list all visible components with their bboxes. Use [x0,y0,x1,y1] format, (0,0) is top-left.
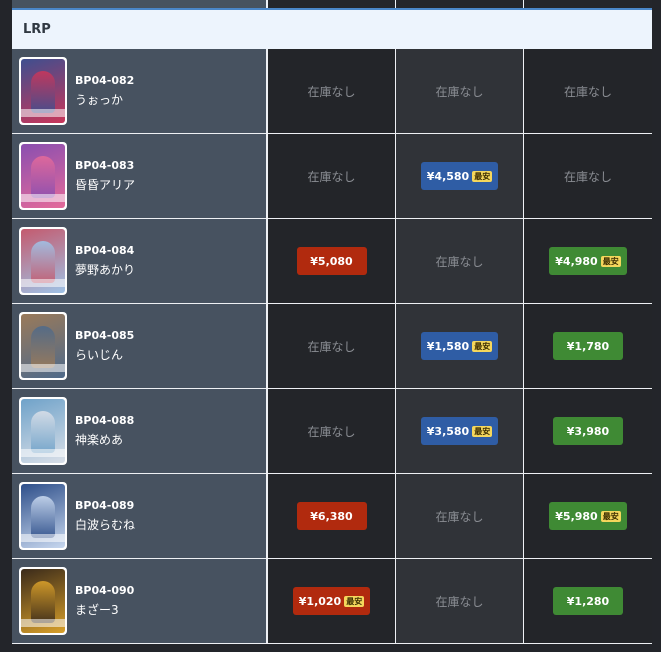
shop-price-cell: 在庫なし [396,559,523,643]
shop-price-cell: ¥4,580 最安 [396,134,523,218]
shop-price-cell: 在庫なし [524,134,652,218]
price-value: ¥1,020 [298,594,342,608]
price-value: ¥3,580 [426,424,470,438]
card-info-cell[interactable]: BP04-082 うぉっか [12,49,266,133]
cheapest-badge: 最安 [600,510,621,522]
card-code: BP04-085 [75,329,135,342]
card-info-cell[interactable]: BP04-088 神楽めあ [12,389,266,473]
cheapest-badge: 最安 [344,595,365,607]
shop-price-cell: 在庫なし [396,219,523,303]
price-value: ¥6,380 [310,509,353,523]
table-row: BP04-088 神楽めあ 在庫なし ¥3,580 最安 ¥3,980 [12,389,652,473]
shop-price-cell: 在庫なし [268,389,395,473]
price-button[interactable]: ¥1,580 最安 [420,332,499,360]
card-code: BP04-083 [75,159,135,172]
card-code: BP04-082 [75,74,135,87]
price-button[interactable]: ¥5,080 [296,247,367,275]
card-name[interactable]: まざー3 [75,602,134,618]
cheapest-badge: 最安 [472,425,493,437]
price-value: ¥1,580 [426,339,470,353]
shop-price-cell: ¥5,080 [268,219,395,303]
card-code: BP04-088 [75,414,135,427]
table-row: BP04-083 昏昏アリア 在庫なし ¥4,580 最安 在庫なし [12,134,652,218]
price-value: ¥5,980 [555,509,598,523]
out-of-stock-label: 在庫なし [435,509,484,524]
card-code: BP04-084 [75,244,135,257]
shop-price-cell: ¥6,380 [268,474,395,558]
card-code: BP04-089 [75,499,135,512]
out-of-stock-label: 在庫なし [307,424,356,439]
price-table: BP04-082 うぉっか 在庫なし 在庫なし 在庫なし BP04-083 昏昏アリア 在庫な… [12,49,652,644]
price-button[interactable]: ¥3,580 最安 [420,417,499,445]
card-info-cell[interactable]: BP04-085 らいじん [12,304,266,388]
section-title: LRP [23,22,51,37]
card-thumbnail[interactable] [19,227,67,295]
out-of-stock-label: 在庫なし [435,84,484,99]
shop-price-cell: 在庫なし [268,304,395,388]
card-thumbnail[interactable] [19,397,67,465]
table-row: BP04-082 うぉっか 在庫なし 在庫なし 在庫なし [12,49,652,133]
card-info-cell[interactable]: BP04-084 夢野あかり [12,219,266,303]
card-code: BP04-090 [75,584,135,597]
card-info-cell[interactable]: BP04-083 昏昏アリア [12,134,266,218]
price-button[interactable]: ¥4,580 最安 [420,162,499,190]
price-button[interactable]: ¥1,780 [553,332,623,360]
shop-price-cell: ¥1,580 最安 [396,304,523,388]
card-name[interactable]: 神楽めあ [75,432,134,448]
price-value: ¥4,580 [426,169,470,183]
shop-price-cell: ¥1,280 [524,559,652,643]
out-of-stock-label: 在庫なし [307,169,356,184]
card-thumbnail[interactable] [19,57,67,125]
cheapest-badge: 最安 [472,170,493,182]
shop-price-cell: ¥4,980 最安 [524,219,652,303]
table-row: BP04-090 まざー3 ¥1,020 最安 在庫なし ¥1,280 [12,559,652,643]
card-thumbnail[interactable] [19,312,67,380]
price-comparison-view: LRP BP04-082 うぉっか 在庫なし 在庫なし 在庫なし BP04-083 昏昏アリ… [0,0,661,652]
price-button[interactable]: ¥1,020 最安 [292,587,371,615]
out-of-stock-label: 在庫なし [435,594,484,609]
card-name[interactable]: 昏昏アリア [75,177,135,193]
price-value: ¥3,980 [566,424,610,438]
price-button[interactable]: ¥3,980 [553,417,623,445]
out-of-stock-label: 在庫なし [307,339,356,354]
price-button[interactable]: ¥4,980 最安 [549,247,627,275]
shop-price-cell: 在庫なし [268,134,395,218]
shop-price-cell: 在庫なし [396,49,523,133]
out-of-stock-label: 在庫なし [563,84,612,99]
card-name[interactable]: らいじん [75,347,134,363]
previous-row-fragment [12,0,652,8]
cheapest-badge: 最安 [472,340,493,352]
card-thumbnail[interactable] [19,482,67,550]
card-name[interactable]: うぉっか [75,92,134,108]
price-button[interactable]: ¥5,980 最安 [549,502,627,530]
cheapest-badge: 最安 [600,255,621,267]
table-row: BP04-084 夢野あかり ¥5,080 在庫なし ¥4,980 最安 [12,219,652,303]
out-of-stock-label: 在庫なし [563,169,612,184]
shop-price-cell: 在庫なし [396,474,523,558]
card-thumbnail[interactable] [19,567,67,635]
shop-price-cell: ¥3,980 [524,389,652,473]
shop-price-cell: ¥1,020 最安 [268,559,395,643]
rarity-section-header: LRP [12,8,652,49]
table-row: BP04-089 白波らむね ¥6,380 在庫なし ¥5,980 最安 [12,474,652,558]
shop-price-cell: 在庫なし [524,49,652,133]
card-info-cell[interactable]: BP04-089 白波らむね [12,474,266,558]
card-name[interactable]: 夢野あかり [75,262,135,278]
card-name[interactable]: 白波らむね [75,517,135,533]
price-value: ¥1,280 [566,594,610,608]
price-value: ¥4,980 [555,254,598,268]
card-info-cell[interactable]: BP04-090 まざー3 [12,559,266,643]
price-value: ¥1,780 [566,339,610,353]
shop-price-cell: ¥1,780 [524,304,652,388]
out-of-stock-label: 在庫なし [307,84,356,99]
card-thumbnail[interactable] [19,142,67,210]
shop-price-cell: ¥5,980 最安 [524,474,652,558]
table-row: BP04-085 らいじん 在庫なし ¥1,580 最安 ¥1,780 [12,304,652,388]
price-value: ¥5,080 [310,254,353,268]
out-of-stock-label: 在庫なし [435,254,484,269]
shop-price-cell: ¥3,580 最安 [396,389,523,473]
shop-price-cell: 在庫なし [268,49,395,133]
price-button[interactable]: ¥1,280 [553,587,623,615]
price-button[interactable]: ¥6,380 [296,502,367,530]
